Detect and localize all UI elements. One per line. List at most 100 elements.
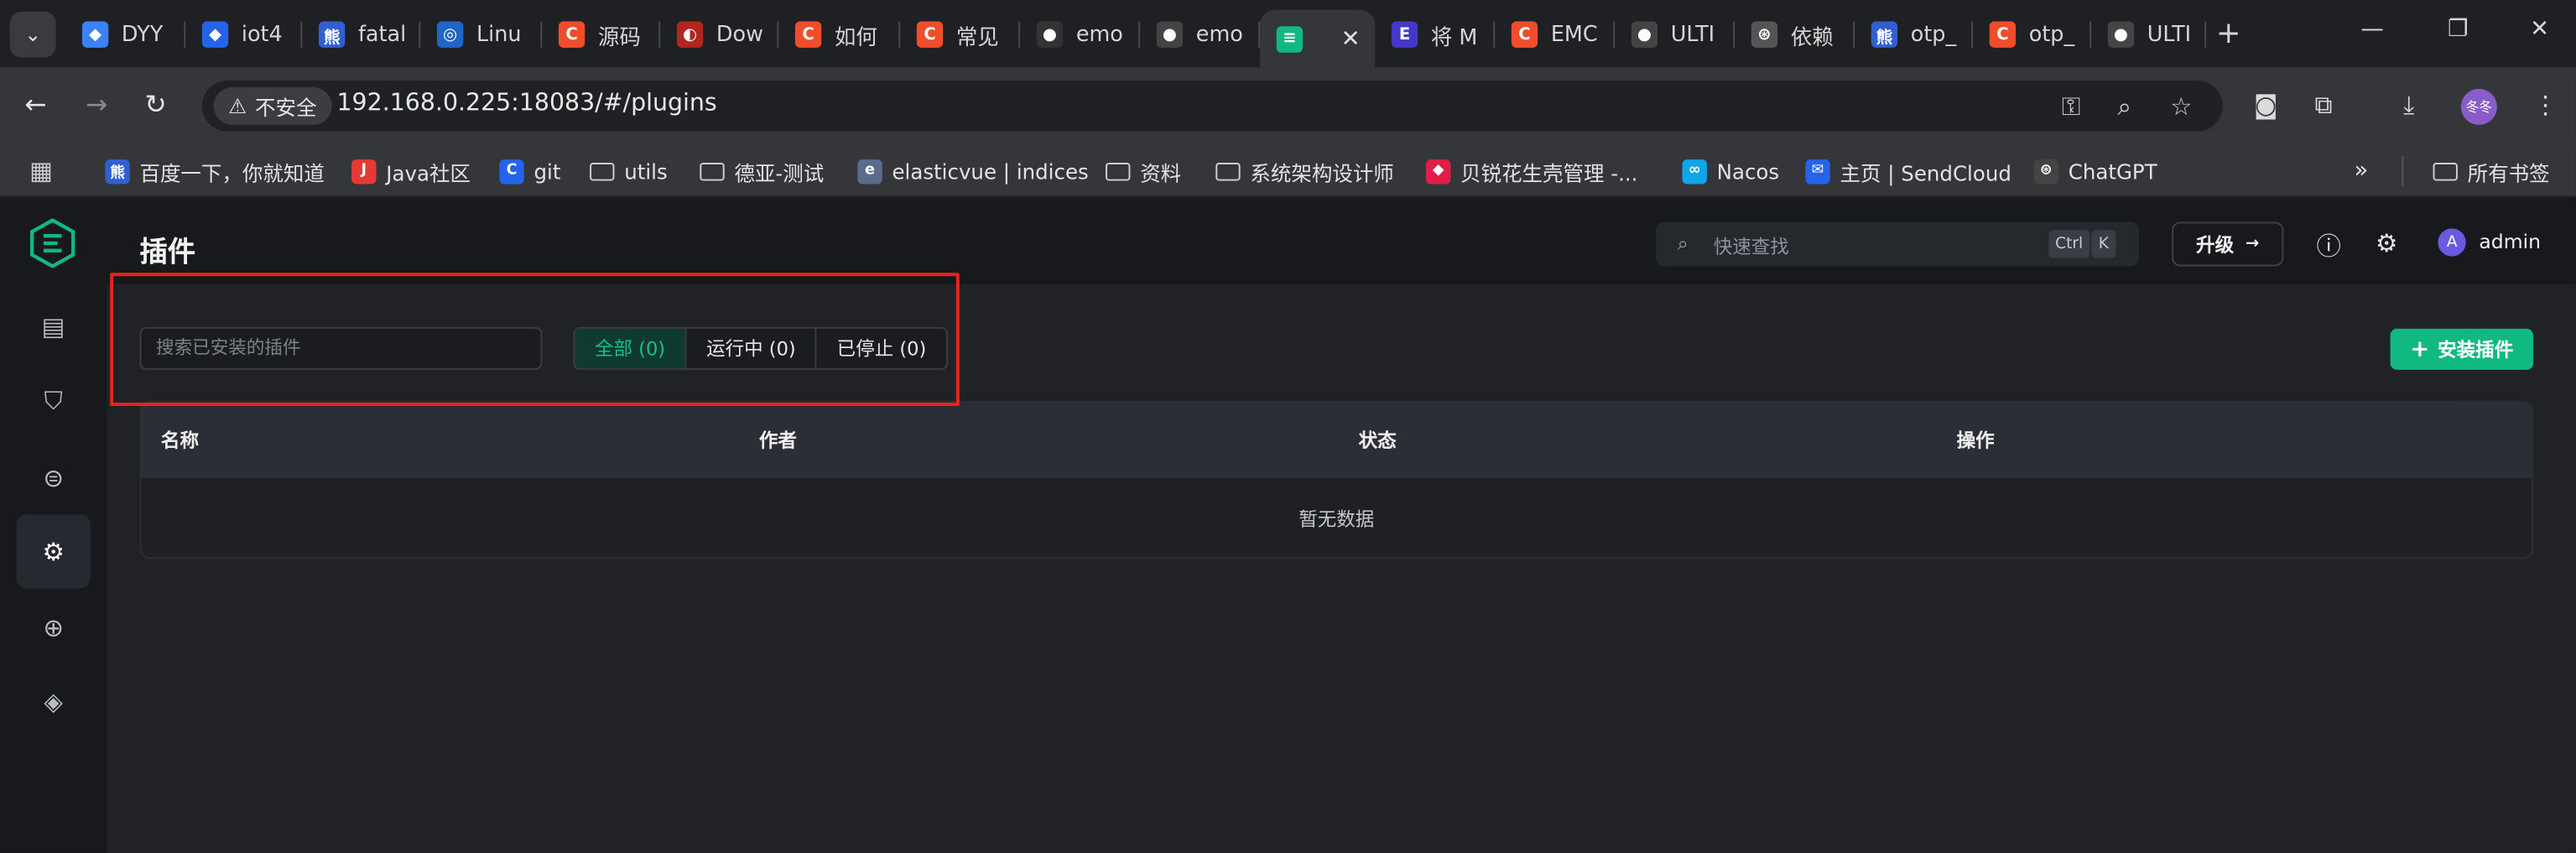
bookmark-item[interactable]: J Java社区 xyxy=(351,156,471,185)
password-key-icon[interactable]: ⚿ xyxy=(2062,92,2080,122)
tab[interactable]: C EMC xyxy=(1495,12,1616,58)
user-avatar[interactable]: A xyxy=(2438,228,2466,257)
restore-icon[interactable]: ❐ xyxy=(2448,17,2469,43)
extension-tampermonkey-icon[interactable]: ◙ xyxy=(2254,91,2278,120)
bookmark-favicon-icon: ◆ xyxy=(1425,159,1451,184)
app-sidebar: ▤ ⛉ ⊜ ⚙ ⊕ ◈ xyxy=(0,199,107,853)
download-icon[interactable]: ⤓ xyxy=(2403,91,2414,120)
plugins-content: 全部 (0)运行中 (0)已停止 (0) + 安装插件 名称 作者 状态 操作 … xyxy=(107,283,2576,853)
emqx-logo-icon[interactable] xyxy=(28,218,77,268)
filter-running[interactable]: 运行中 (0) xyxy=(686,328,818,368)
tab-label: otp_ xyxy=(2028,22,2075,47)
bookmark-label: utils xyxy=(624,159,668,184)
minimize-icon[interactable]: — xyxy=(2360,17,2383,43)
tab-favicon-icon: ● xyxy=(1036,21,1064,48)
tab-favicon-icon: ≡ xyxy=(1276,25,1304,52)
close-window-icon[interactable]: ✕ xyxy=(2530,17,2549,43)
tab[interactable]: ◆ DYY xyxy=(65,12,186,58)
username[interactable]: admin xyxy=(2479,230,2541,252)
bookmark-label: 资料 xyxy=(1140,160,1182,185)
tab-label: 依赖 xyxy=(1790,25,1834,50)
screen: ⌄ ◆ DYY ◆ iot4 熊 fatal ◎ Linu C 源码 ◐ Dow C 如何 C 常见 ● emo ●… xyxy=(0,0,2576,853)
bookmark-item[interactable]: e elasticvue | indices xyxy=(857,156,1089,185)
filter-stopped[interactable]: 已停止 (0) xyxy=(817,328,946,368)
reload-icon[interactable]: ↻ xyxy=(144,89,166,120)
bookmark-item[interactable]: 德亚-测试 xyxy=(700,156,824,185)
status-filter: 全部 (0) 运行中 (0) 已停止 (0) xyxy=(573,326,948,370)
bookmark-item[interactable]: 系统架构设计师 xyxy=(1215,156,1394,185)
bookmark-favicon-icon: 熊 xyxy=(105,159,130,184)
insecure-badge[interactable]: ⚠ 不安全 xyxy=(213,86,332,125)
zoom-icon[interactable]: ⌕ xyxy=(2118,92,2131,122)
bookmark-item[interactable]: Cgit xyxy=(499,156,560,185)
bookmark-item[interactable]: 熊百度一下，你就知道 xyxy=(105,156,325,185)
sidebar-item-diagnose[interactable]: ⊕ xyxy=(17,590,91,663)
bookmark-label: elasticvue | indices xyxy=(892,159,1089,184)
bookmark-label: Nacos xyxy=(1716,159,1780,184)
quick-search[interactable]: ⌕ 快速查找 Ctrl K xyxy=(1656,221,2139,267)
tab-label: 将 M xyxy=(1430,25,1478,50)
tab-favicon-icon: ● xyxy=(1631,21,1658,48)
profile-avatar[interactable]: 冬冬 xyxy=(2460,88,2497,125)
tab[interactable]: E将 M xyxy=(1375,12,1496,58)
tab[interactable]: Cotp_ xyxy=(1973,12,2092,58)
kbd-ctrl: Ctrl xyxy=(2048,230,2090,258)
forward-icon[interactable]: → xyxy=(86,89,107,120)
tab[interactable]: ● ULTI xyxy=(2091,12,2207,58)
tab-label: ULTI xyxy=(2147,22,2192,47)
bookmark-item[interactable]: ✉ 主页 | SendCloud xyxy=(1805,156,2011,185)
new-tab-icon[interactable]: + xyxy=(2216,17,2241,51)
search-icon: ⌕ xyxy=(1677,231,1689,255)
sidebar-item-integration[interactable]: ⊜ xyxy=(17,440,91,514)
back-icon[interactable]: ← xyxy=(24,89,46,120)
shield-icon: ⛉ xyxy=(44,385,63,415)
all-bookmarks[interactable]: 所有书签 xyxy=(2433,156,2550,185)
url-text[interactable]: 192.168.0.225:18083/#/plugins xyxy=(336,91,716,117)
diagnose-icon: ⊕ xyxy=(43,611,64,642)
apps-grid-icon[interactable]: ▦ xyxy=(29,156,53,185)
menu-icon[interactable]: ⋮ xyxy=(2533,91,2558,120)
tab[interactable]: C 常见 xyxy=(900,12,1021,58)
bookmark-item[interactable]: ⊛ ChatGPT xyxy=(2033,156,2157,185)
tab[interactable]: ● emo xyxy=(1140,12,1261,58)
filter-all[interactable]: 全部 (0) xyxy=(575,328,687,368)
sidebar-item-access-control[interactable]: ⛉ xyxy=(17,363,91,437)
bookmark-favicon-icon: J xyxy=(351,159,377,184)
address-bar[interactable]: ⚠ 不安全 192.168.0.225:18083/#/plugins ⚿ ⌕ … xyxy=(201,81,2223,132)
bookmark-label: 主页 | SendCloud xyxy=(1840,160,2011,185)
tab[interactable]: ● emo xyxy=(1020,12,1141,58)
tab[interactable]: C 如何 xyxy=(778,12,901,58)
folder-icon xyxy=(1106,162,1131,180)
settings-icon[interactable]: ⚙ xyxy=(2376,228,2397,257)
bookmark-item[interactable]: utils xyxy=(590,156,668,185)
sidebar-item-dashboard[interactable]: ▤ xyxy=(17,289,91,363)
help-icon[interactable]: ⓘ xyxy=(2316,228,2340,263)
tab[interactable]: C 源码 xyxy=(542,12,661,58)
more-bookmarks-icon[interactable]: » xyxy=(2355,156,2369,185)
sidebar-item-management[interactable]: ⚙ xyxy=(16,514,91,589)
tab[interactable]: ◐ Dow xyxy=(660,12,779,58)
tab[interactable]: ● ULTI xyxy=(1615,12,1736,58)
tab-active[interactable]: ≡ ✕ xyxy=(1260,9,1376,68)
quick-search-placeholder: 快速查找 xyxy=(1713,235,1789,258)
close-tab-icon[interactable]: ✕ xyxy=(1341,25,1361,51)
tab[interactable]: 熊 fatal xyxy=(302,12,421,58)
layers-icon: ◈ xyxy=(44,686,63,716)
tab[interactable]: ◎ Linu xyxy=(420,12,543,58)
tab-search-icon[interactable]: ⌄ xyxy=(9,11,56,58)
tab[interactable]: ◆ iot4 xyxy=(185,12,303,58)
bookmark-item[interactable]: ◆ 贝锐花生壳管理 -... xyxy=(1425,156,1637,185)
bookmark-label: 百度一下，你就知道 xyxy=(139,160,325,185)
extensions-icon[interactable]: ⧉ xyxy=(2315,91,2333,120)
tab[interactable]: 熊 otp_ xyxy=(1855,12,1974,58)
upgrade-button[interactable]: 升级 → xyxy=(2172,221,2284,267)
bookmark-star-icon[interactable]: ☆ xyxy=(2170,92,2192,122)
sidebar-item-system[interactable]: ◈ xyxy=(17,664,91,738)
install-plugin-button[interactable]: + 安装插件 xyxy=(2390,328,2534,370)
bookmark-item[interactable]: 资料 xyxy=(1106,156,1181,185)
bookmark-item[interactable]: ∞ Nacos xyxy=(1682,156,1780,185)
tab-favicon-icon: C xyxy=(1989,21,2017,48)
bookmark-label: 系统架构设计师 xyxy=(1250,160,1394,185)
plugin-search-input[interactable] xyxy=(139,326,543,370)
tab[interactable]: ⊛ 依赖 xyxy=(1735,12,1855,58)
